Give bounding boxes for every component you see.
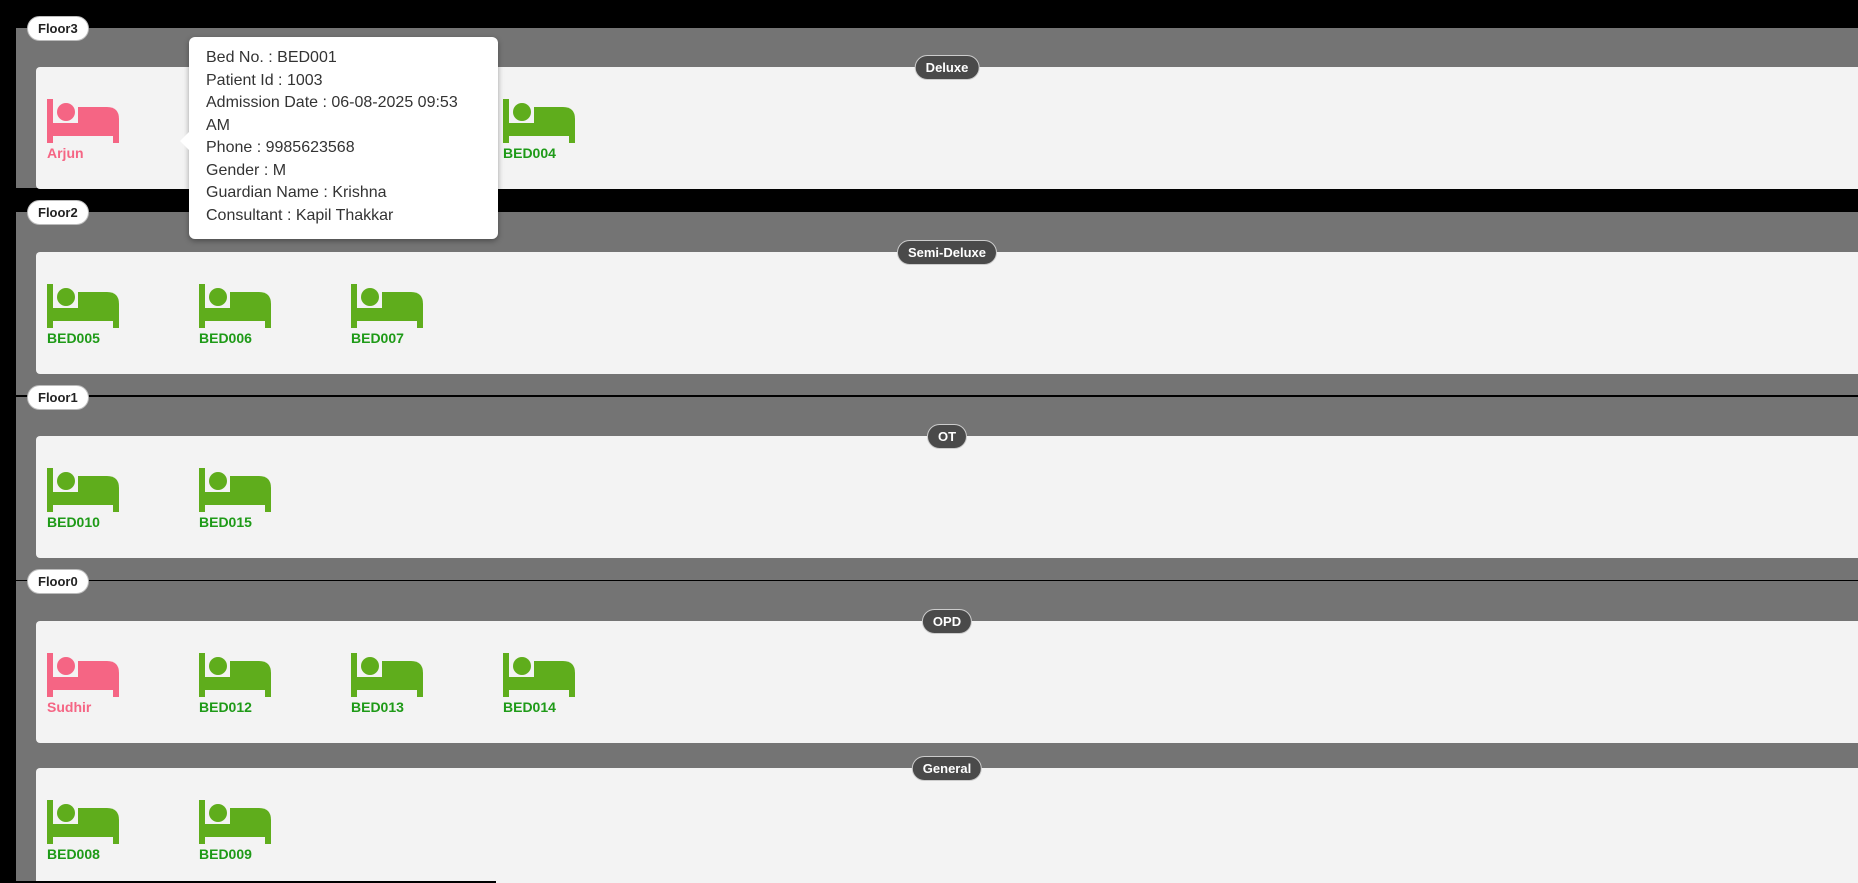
tooltip-guardian-name: Guardian Name : Krishna <box>206 184 387 201</box>
room-panel: General BED008 BED009 <box>36 756 1858 883</box>
bed-item[interactable]: BED008 <box>47 800 147 862</box>
floor-section: Floor1 OT BED010 BED015 <box>16 385 1858 580</box>
bed-label: BED013 <box>351 699 404 715</box>
floor-tag: Floor1 <box>27 385 89 410</box>
room-tag: OPD <box>921 609 973 634</box>
tooltip-patient-id: Patient Id : 1003 <box>206 71 323 89</box>
bed-details-tooltip: Bed No. : BED001 Patient Id : 1003 Admis… <box>180 37 498 239</box>
bed-label: BED004 <box>503 145 556 161</box>
bed-icon <box>199 653 271 697</box>
room-tag: General <box>911 756 983 781</box>
bed-icon <box>351 653 423 697</box>
bed-item[interactable]: BED005 <box>47 284 147 346</box>
bed-label: BED005 <box>47 330 100 346</box>
tooltip-phone: Phone : 9985623568 <box>206 139 355 156</box>
bed-icon <box>47 800 119 844</box>
tooltip-arrow <box>180 132 189 150</box>
bed-icon <box>351 284 423 328</box>
bed-icon <box>47 653 119 697</box>
bed-label: BED015 <box>199 514 252 530</box>
bed-item[interactable]: Arjun <box>47 99 147 161</box>
bed-item[interactable]: BED009 <box>199 800 299 862</box>
tooltip-admission-date: Admission Date : 06-08-2025 09:53 AM <box>206 94 458 134</box>
room-tag: Deluxe <box>914 55 980 80</box>
tooltip-gender: Gender : M <box>206 161 287 179</box>
bed-label: Sudhir <box>47 699 92 715</box>
bed-label: BED014 <box>503 699 556 715</box>
bed-icon <box>199 800 271 844</box>
floor-tag: Floor0 <box>27 569 89 594</box>
bed-item[interactable]: BED014 <box>503 653 603 715</box>
bed-item[interactable]: BED012 <box>199 653 299 715</box>
bed-item[interactable]: BED015 <box>199 468 299 530</box>
floor-tag: Floor3 <box>27 16 89 41</box>
bed-label: BED009 <box>199 846 252 862</box>
room-panel: OT BED010 BED015 <box>36 424 1858 558</box>
bed-item[interactable]: BED010 <box>47 468 147 530</box>
bed-icon <box>503 99 575 143</box>
bed-label: Arjun <box>47 145 84 161</box>
bed-item[interactable]: BED007 <box>351 284 451 346</box>
tooltip-consultant: Consultant : Kapil Thakkar <box>206 206 394 224</box>
bed-icon <box>503 653 575 697</box>
room-panel: Semi-Deluxe BED005 BED006 BED007 <box>36 240 1858 374</box>
bed-item[interactable]: Sudhir <box>47 653 147 715</box>
bed-icon <box>47 99 119 143</box>
bed-item[interactable]: BED004 <box>503 99 603 161</box>
floor-section: Floor0 OPD Sudhir BED012 BED013 BED014 G… <box>16 569 1858 883</box>
bed-icon <box>47 284 119 328</box>
bed-label: BED006 <box>199 330 252 346</box>
bed-label: BED010 <box>47 514 100 530</box>
bed-item[interactable]: BED006 <box>199 284 299 346</box>
bed-label: BED012 <box>199 699 252 715</box>
bed-icon <box>199 284 271 328</box>
floor-tag: Floor2 <box>27 200 89 225</box>
room-tag: OT <box>926 424 968 449</box>
room-tag: Semi-Deluxe <box>896 240 998 265</box>
bed-label: BED007 <box>351 330 404 346</box>
bed-icon <box>199 468 271 512</box>
room-panel: OPD Sudhir BED012 BED013 BED014 <box>36 609 1858 743</box>
floor-section: Floor2 Semi-Deluxe BED005 BED006 BED007 <box>16 200 1858 395</box>
bed-item[interactable]: BED013 <box>351 653 451 715</box>
bed-icon <box>47 468 119 512</box>
tooltip-bed-no: Bed No. : BED001 <box>206 49 337 66</box>
bed-label: BED008 <box>47 846 100 862</box>
